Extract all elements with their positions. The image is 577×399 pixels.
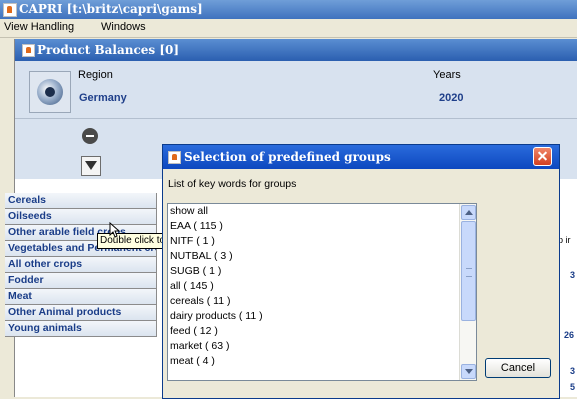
cancel-button[interactable]: Cancel: [485, 358, 551, 378]
close-icon[interactable]: [533, 147, 552, 166]
group-row-all-other-crops[interactable]: All other crops: [5, 257, 157, 273]
list-item[interactable]: EAA ( 115 ): [168, 219, 476, 234]
inner-titlebar[interactable]: Product Balances [0]: [15, 39, 577, 61]
group-row-young-animals[interactable]: Young animals: [5, 321, 157, 337]
predefined-groups-dialog: Selection of predefined groups List of k…: [162, 144, 560, 399]
header-divider: [15, 118, 577, 119]
list-item[interactable]: feed ( 12 ): [168, 324, 476, 339]
menu-windows[interactable]: Windows: [101, 21, 146, 33]
list-item[interactable]: SUGB ( 1 ): [168, 264, 476, 279]
minus-circle-icon: [82, 128, 98, 144]
app-title: CAPRI [t:\britz\capri\gams]: [19, 2, 203, 16]
inner-window-title: Product Balances [0]: [37, 43, 180, 57]
menubar: View Handling Windows: [0, 19, 577, 38]
filter-button[interactable]: [81, 156, 101, 176]
collapse-button[interactable]: [79, 125, 101, 147]
dialog-titlebar[interactable]: Selection of predefined groups: [163, 145, 559, 169]
region-label: Region: [78, 69, 113, 81]
side-value: 5: [570, 382, 576, 392]
group-row-oilseeds[interactable]: Oilseeds: [5, 209, 157, 225]
tooltip: Double click to: [97, 233, 163, 249]
list-item[interactable]: meat ( 4 ): [168, 354, 476, 369]
java-cup-icon: [168, 151, 181, 164]
side-value: 26: [564, 330, 575, 340]
list-scrollbar[interactable]: [459, 204, 476, 380]
years-label: Years: [433, 69, 461, 81]
list-item[interactable]: all ( 145 ): [168, 279, 476, 294]
eye-icon: [37, 79, 63, 105]
side-value: 3: [570, 366, 576, 376]
group-row-meat[interactable]: Meat: [5, 289, 157, 305]
app-titlebar: CAPRI [t:\britz\capri\gams]: [0, 0, 577, 19]
java-cup-icon: [22, 44, 35, 57]
list-item[interactable]: show all: [168, 204, 476, 219]
group-list: Cereals Oilseeds Other arable field crop…: [5, 193, 157, 337]
list-item[interactable]: market ( 63 ): [168, 339, 476, 354]
scroll-down-arrow-icon[interactable]: [461, 364, 476, 379]
java-cup-icon: [3, 3, 17, 17]
list-item[interactable]: dairy products ( 11 ): [168, 309, 476, 324]
scroll-thumb[interactable]: [461, 221, 476, 321]
list-item[interactable]: NITF ( 1 ): [168, 234, 476, 249]
group-keyword-list[interactable]: show all EAA ( 115 ) NITF ( 1 ) NUTBAL (…: [167, 203, 477, 381]
dialog-caption: List of key words for groups: [168, 178, 297, 190]
side-value: 3: [570, 270, 576, 280]
list-item[interactable]: cereals ( 11 ): [168, 294, 476, 309]
region-selector-button[interactable]: [29, 71, 71, 113]
list-item[interactable]: NUTBAL ( 3 ): [168, 249, 476, 264]
region-value[interactable]: Germany: [79, 92, 127, 104]
group-row-fodder[interactable]: Fodder: [5, 273, 157, 289]
dialog-title: Selection of predefined groups: [184, 150, 391, 164]
years-value[interactable]: 2020: [439, 92, 463, 104]
menu-view-handling[interactable]: View Handling: [4, 21, 74, 33]
group-row-cereals[interactable]: Cereals: [5, 193, 157, 209]
group-row-other-animal[interactable]: Other Animal products: [5, 305, 157, 321]
scroll-up-arrow-icon[interactable]: [461, 205, 476, 220]
